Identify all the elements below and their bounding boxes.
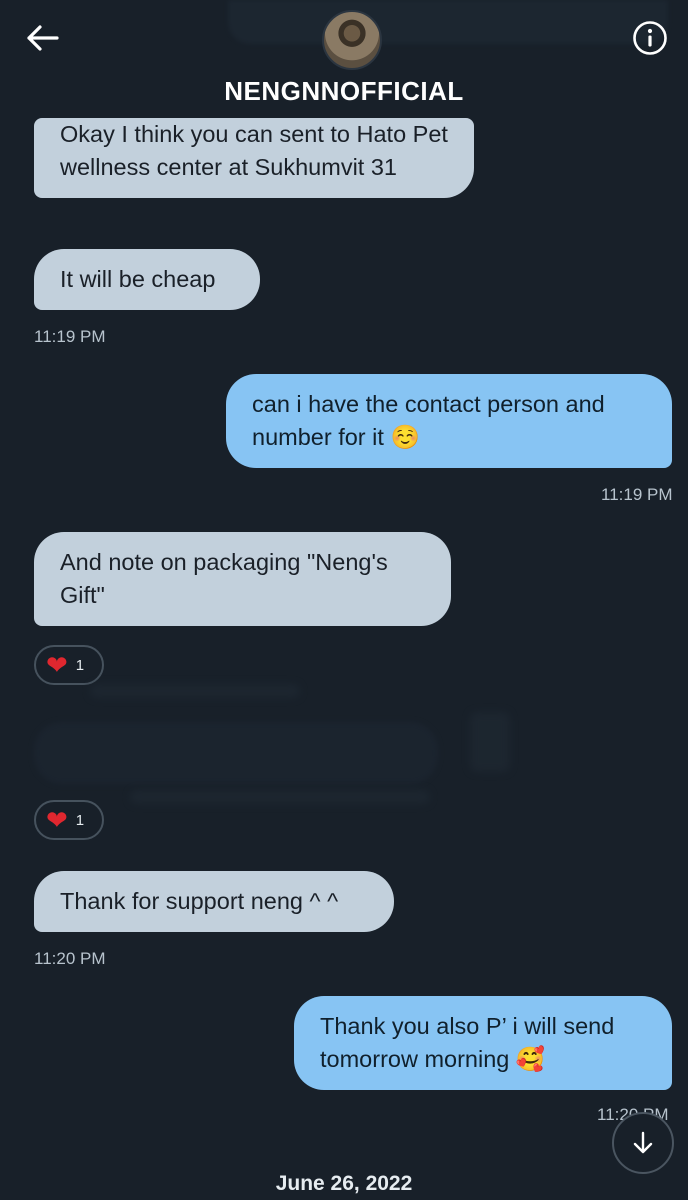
conversation-header: NENGNNOFFICIAL xyxy=(0,0,688,120)
message-bubble[interactable]: Okay I think you can sent to Hato Pet we… xyxy=(34,118,474,198)
avatar[interactable] xyxy=(322,10,382,70)
message-bubble[interactable]: It will be cheap xyxy=(34,249,260,310)
reaction-badge[interactable]: ❤ 1 xyxy=(34,645,104,685)
message-bubble[interactable]: Thank for support neng ^ ^ xyxy=(34,871,394,932)
reaction-badge[interactable]: ❤ 1 xyxy=(34,800,104,840)
reaction-count: 1 xyxy=(75,811,85,829)
message-timestamp: 11:19 PM xyxy=(601,485,673,504)
blurred-text xyxy=(130,790,430,804)
message-bubble[interactable]: Thank you also P’ i will send tomorrow m… xyxy=(294,996,672,1090)
message-timestamp: 11:19 PM xyxy=(34,327,106,346)
reaction-count: 1 xyxy=(75,656,85,674)
arrow-down-icon xyxy=(633,1131,653,1154)
message-bubble[interactable]: And note on packaging "Neng's Gift" xyxy=(34,532,451,626)
message-bubble xyxy=(34,722,438,784)
message-timestamp: 11:20 PM xyxy=(34,949,106,968)
back-button[interactable] xyxy=(20,18,64,58)
message-bubble[interactable]: can i have the contact person and number… xyxy=(226,374,672,468)
info-button[interactable] xyxy=(630,18,670,58)
date-divider: June 26, 2022 xyxy=(275,1172,413,1195)
scroll-to-bottom-button[interactable] xyxy=(612,1112,674,1174)
info-icon xyxy=(633,21,667,55)
blurred-text xyxy=(470,712,510,772)
arrow-left-icon xyxy=(27,25,59,51)
blurred-text xyxy=(90,684,300,698)
heart-icon: ❤ xyxy=(46,805,68,835)
conversation-username[interactable]: NENGNNOFFICIAL xyxy=(0,76,688,107)
heart-icon: ❤ xyxy=(46,650,68,680)
